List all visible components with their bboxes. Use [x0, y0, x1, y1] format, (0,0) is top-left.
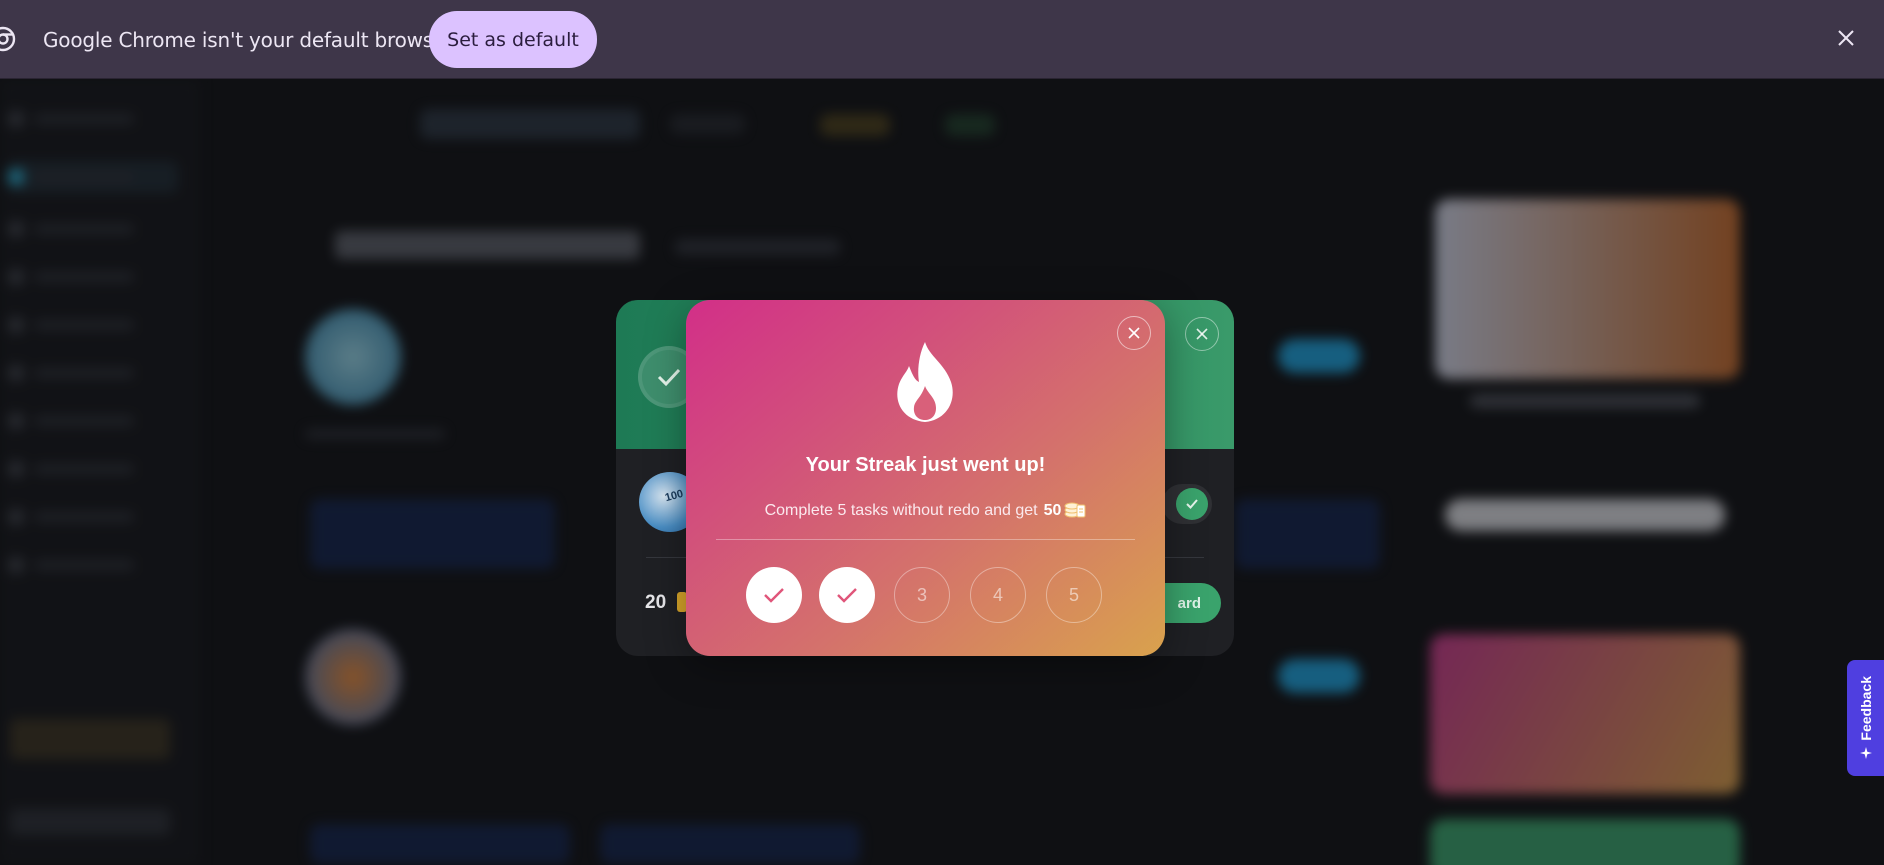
- close-icon: [1838, 30, 1854, 46]
- reward-amount: 20: [645, 592, 667, 613]
- streak-step-3: 3: [894, 567, 950, 623]
- top-pill: [670, 114, 745, 134]
- task-button: [1278, 659, 1360, 693]
- check-icon: [764, 588, 784, 603]
- streak-step-5: 5: [1046, 567, 1102, 623]
- sidebar-item: [8, 267, 178, 287]
- task-meta: [305, 429, 445, 439]
- nav-icon: [8, 461, 24, 477]
- streak-step-1: [746, 567, 802, 623]
- nav-label: [34, 464, 134, 474]
- nav-icon: [8, 365, 24, 381]
- streak-close-button[interactable]: [1117, 316, 1151, 350]
- streak-step-2: [819, 567, 875, 623]
- page-title: [335, 231, 640, 259]
- close-icon: [1128, 327, 1140, 339]
- sidebar: [0, 79, 200, 865]
- nav-label: [34, 560, 134, 570]
- sidebar-item: [8, 459, 178, 479]
- streak-title: Your Streak just went up!: [805, 454, 1046, 476]
- task-avatar: [305, 629, 401, 725]
- divider: [716, 539, 1135, 540]
- green-card: [1430, 819, 1740, 865]
- nav-label: [34, 272, 134, 282]
- check-icon: [837, 588, 857, 603]
- top-search: [420, 109, 640, 139]
- sidebar-item: [8, 219, 178, 239]
- sidebar-item: [8, 411, 178, 431]
- chrome-icon: [0, 26, 16, 52]
- sparkle-icon: [1859, 747, 1872, 760]
- close-icon: [1196, 328, 1208, 340]
- nav-label: [34, 114, 134, 124]
- sidebar-footer: [10, 809, 170, 835]
- sidebar-item: [8, 109, 178, 129]
- task-panel: [310, 499, 555, 569]
- task-modal-close-button[interactable]: [1185, 317, 1219, 351]
- streak-step-4: 4: [970, 567, 1026, 623]
- promo-title: [1470, 394, 1700, 408]
- task-panel: [600, 824, 860, 864]
- promo-card: [1435, 199, 1740, 379]
- task-avatar: [305, 309, 401, 405]
- task-panel: [310, 824, 570, 864]
- page-subtitle: [675, 239, 840, 255]
- nav-icon: [8, 413, 24, 429]
- nav-label: [34, 512, 134, 522]
- streak-description: Complete 5 tasks without redo and get: [764, 502, 1038, 519]
- streak-subtitle: Complete 5 tasks without redo and get 50: [686, 500, 1165, 520]
- default-browser-infobar: Google Chrome isn't your default browser…: [0, 0, 1884, 79]
- top-coins: [820, 114, 890, 136]
- sidebar-item: [8, 507, 178, 527]
- nav-icon: [8, 509, 24, 525]
- sidebar-item: [8, 555, 178, 575]
- feedback-label: Feedback: [1857, 675, 1874, 741]
- nav-icon: [8, 221, 24, 237]
- nav-icon: [8, 269, 24, 285]
- nav-icon: [8, 317, 24, 333]
- check-icon: [1176, 488, 1208, 520]
- set-as-default-button[interactable]: Set as default: [429, 11, 597, 68]
- infobar-message: Google Chrome isn't your default browser: [43, 28, 454, 52]
- task-toggle[interactable]: [1162, 484, 1212, 524]
- sidebar-item: [8, 363, 178, 383]
- infobar-close-button[interactable]: [1832, 24, 1860, 52]
- streak-card: [1430, 634, 1740, 794]
- sidebar-item: [8, 315, 178, 335]
- task-panel: [1235, 499, 1380, 569]
- sidebar-promo: [10, 719, 170, 759]
- nav-icon: [8, 111, 24, 127]
- nav-icon: [8, 169, 24, 185]
- nav-label: [34, 172, 134, 182]
- flame-icon: [897, 342, 953, 422]
- nav-icon: [8, 557, 24, 573]
- nav-label: [34, 224, 134, 234]
- coins-icon: [1064, 502, 1086, 518]
- promo-button: [1445, 499, 1725, 531]
- top-gems: [945, 114, 995, 136]
- nav-label: [34, 416, 134, 426]
- streak-modal: Your Streak just went up! Complete 5 tas…: [686, 300, 1165, 656]
- task-button: [1278, 339, 1360, 373]
- thumbnail-badge: 100: [663, 487, 685, 505]
- streak-reward-amount: 50: [1043, 502, 1062, 519]
- nav-label: [34, 320, 134, 330]
- sidebar-item-active: [8, 161, 178, 193]
- nav-label: [34, 368, 134, 378]
- feedback-tab[interactable]: Feedback: [1847, 660, 1884, 776]
